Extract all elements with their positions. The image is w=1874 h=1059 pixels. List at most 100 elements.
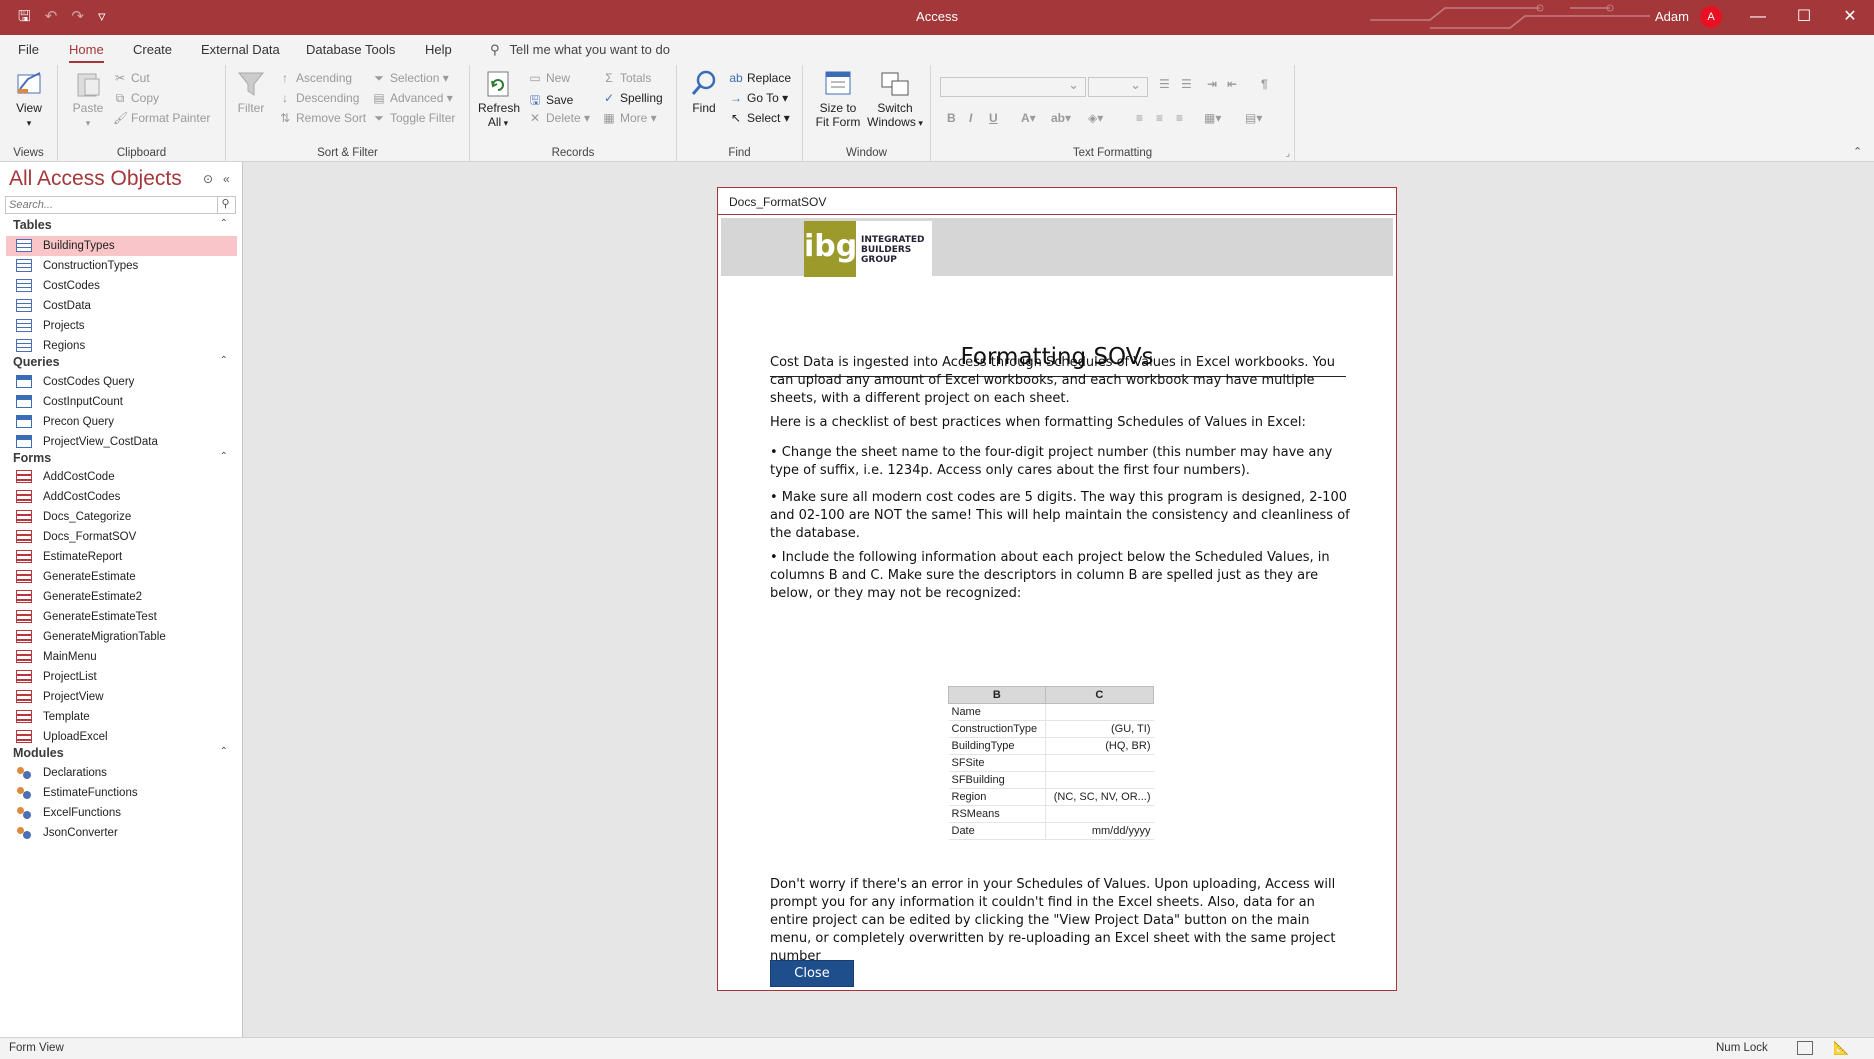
align-right-icon[interactable]: ≡ xyxy=(1176,111,1183,125)
nav-title[interactable]: All Access Objects xyxy=(9,167,182,191)
form-window-title[interactable]: Docs_FormatSOV xyxy=(729,195,826,209)
nav-item-projectview[interactable]: ProjectView xyxy=(6,687,237,707)
close-button[interactable]: Close xyxy=(770,960,854,987)
more-button[interactable]: ▦ More ▾ xyxy=(602,111,656,125)
spelling-button[interactable]: ✓ Spelling xyxy=(602,91,663,105)
refresh-all-button[interactable]: Refresh All ▾ xyxy=(478,69,520,129)
totals-button[interactable]: Σ Totals xyxy=(602,71,651,85)
cut-button[interactable]: ✂ Cut xyxy=(113,71,150,85)
nav-item-estimatereport[interactable]: EstimateReport xyxy=(6,547,237,567)
minimize-icon[interactable]: — xyxy=(1735,4,1781,30)
toggle-filter-button[interactable]: ⏷ Toggle Filter xyxy=(372,111,455,126)
delete-button[interactable]: ✕ Delete ▾ xyxy=(528,111,590,125)
nav-item-mainmenu[interactable]: MainMenu xyxy=(6,647,237,667)
find-button[interactable]: Find xyxy=(687,69,721,115)
section-forms[interactable]: Forms ⌃ xyxy=(13,451,228,465)
replace-button[interactable]: ab Replace xyxy=(729,71,791,85)
nav-item-docs-formatsov[interactable]: Docs_FormatSOV xyxy=(6,527,237,547)
tab-database-tools[interactable]: Database Tools xyxy=(306,42,395,57)
highlight-icon[interactable]: ab▾ xyxy=(1051,111,1071,125)
selection-button[interactable]: ⏷ Selection ▾ xyxy=(372,71,449,86)
font-size-combo[interactable] xyxy=(1088,77,1148,97)
gridlines-icon[interactable]: ▤▾ xyxy=(1245,111,1262,125)
section-queries[interactable]: Queries ⌃ xyxy=(13,355,228,369)
goto-button[interactable]: → Go To ▾ xyxy=(729,91,788,105)
nav-menu-icon[interactable]: ⊙ xyxy=(203,172,213,186)
bold-icon[interactable]: B xyxy=(947,111,956,125)
dialog-launcher-icon[interactable]: ⌟ xyxy=(1286,148,1290,159)
nav-item-precon-query[interactable]: Precon Query xyxy=(6,412,237,432)
switch-windows-button[interactable]: Switch Windows ▾ xyxy=(867,69,923,129)
nav-item-generateestimate2[interactable]: GenerateEstimate2 xyxy=(6,587,237,607)
tab-file[interactable]: File xyxy=(18,42,39,57)
nav-item-costcodes-query[interactable]: CostCodes Query xyxy=(6,372,237,392)
nav-item-uploadexcel[interactable]: UploadExcel xyxy=(6,727,237,747)
nav-item-costdata[interactable]: CostData xyxy=(6,296,237,316)
search-icon[interactable]: ⚲ xyxy=(217,197,233,213)
copy-button[interactable]: ⧉ Copy xyxy=(113,91,159,106)
nav-item-costcodes[interactable]: CostCodes xyxy=(6,276,237,296)
tab-external-data[interactable]: External Data xyxy=(201,42,280,57)
new-record-button[interactable]: ▭ New xyxy=(528,71,570,85)
nav-search-input[interactable] xyxy=(6,197,211,213)
view-button[interactable]: View ▾ xyxy=(12,69,46,129)
section-modules[interactable]: Modules ⌃ xyxy=(13,746,228,760)
collapse-tables-icon[interactable]: ⌃ xyxy=(220,218,228,229)
maximize-icon[interactable]: ☐ xyxy=(1781,4,1827,30)
collapse-ribbon-icon[interactable]: ⌃ xyxy=(1853,145,1862,158)
ascending-button[interactable]: ↑ Ascending xyxy=(278,71,352,85)
increase-indent-icon[interactable]: ⇥ xyxy=(1207,77,1217,91)
tab-help[interactable]: Help xyxy=(425,42,452,57)
nav-item-costinputcount[interactable]: CostInputCount xyxy=(6,392,237,412)
avatar[interactable]: A xyxy=(1700,6,1722,28)
nav-item-addcostcode[interactable]: AddCostCode xyxy=(6,467,237,487)
select-button[interactable]: ↖ Select ▾ xyxy=(729,111,790,125)
nav-item-generateestimate[interactable]: GenerateEstimate xyxy=(6,567,237,587)
nav-item-excelfunctions[interactable]: ExcelFunctions xyxy=(6,803,237,823)
nav-item-generatemigrationtable[interactable]: GenerateMigrationTable xyxy=(6,627,237,647)
size-to-fit-button[interactable]: Size to Fit Form xyxy=(813,69,863,129)
nav-item-constructiontypes[interactable]: ConstructionTypes xyxy=(6,256,237,276)
nav-item-template[interactable]: Template xyxy=(6,707,237,727)
descending-button[interactable]: ↓ Descending xyxy=(278,91,359,105)
nav-item-declarations[interactable]: Declarations xyxy=(6,763,237,783)
nav-item-jsonconverter[interactable]: JsonConverter xyxy=(6,823,237,843)
nav-item-buildingtypes[interactable]: BuildingTypes xyxy=(6,236,237,256)
close-window-icon[interactable]: ✕ xyxy=(1827,4,1873,30)
nav-item-estimatefunctions[interactable]: EstimateFunctions xyxy=(6,783,237,803)
nav-item-addcostcodes[interactable]: AddCostCodes xyxy=(6,487,237,507)
bullets-icon[interactable]: ☰ xyxy=(1159,77,1170,91)
paragraph-direction-icon[interactable]: ¶ xyxy=(1261,77,1268,91)
remove-sort-button[interactable]: ⇅ Remove Sort xyxy=(278,111,366,125)
user-name[interactable]: Adam xyxy=(1655,9,1689,24)
nav-item-regions[interactable]: Regions xyxy=(6,336,237,356)
decrease-indent-icon[interactable]: ⇤ xyxy=(1227,77,1237,91)
align-center-icon[interactable]: ≡ xyxy=(1156,111,1163,125)
align-left-icon[interactable]: ≡ xyxy=(1136,111,1143,125)
nav-item-generateestimatetest[interactable]: GenerateEstimateTest xyxy=(6,607,237,627)
italic-icon[interactable]: I xyxy=(969,111,972,125)
collapse-modules-icon[interactable]: ⌃ xyxy=(220,746,228,757)
font-name-combo[interactable] xyxy=(940,77,1086,97)
tell-me-box[interactable]: ⚲ Tell me what you want to do xyxy=(490,42,670,58)
filter-button[interactable]: Filter xyxy=(234,69,268,115)
font-color-icon[interactable]: A▾ xyxy=(1021,111,1036,125)
design-view-icon[interactable]: 📐 xyxy=(1833,1041,1849,1055)
nav-item-projectlist[interactable]: ProjectList xyxy=(6,667,237,687)
numbering-icon[interactable]: ☰ xyxy=(1181,77,1192,91)
nav-item-projects[interactable]: Projects xyxy=(6,316,237,336)
section-tables[interactable]: Tables ⌃ xyxy=(13,218,228,232)
nav-item-docs-categorize[interactable]: Docs_Categorize xyxy=(6,507,237,527)
collapse-queries-icon[interactable]: ⌃ xyxy=(220,355,228,366)
tab-home[interactable]: Home xyxy=(69,42,104,63)
underline-icon[interactable]: U xyxy=(989,111,998,125)
advanced-button[interactable]: ▤ Advanced ▾ xyxy=(372,91,452,105)
nav-item-projectview-costdata[interactable]: ProjectView_CostData xyxy=(6,432,237,452)
format-painter-button[interactable]: 🖌 Format Painter xyxy=(113,111,210,125)
shutter-bar-close-icon[interactable]: « xyxy=(223,172,230,186)
form-view-icon[interactable] xyxy=(1797,1041,1813,1055)
paste-button[interactable]: Paste ▾ xyxy=(70,69,106,129)
collapse-forms-icon[interactable]: ⌃ xyxy=(220,451,228,462)
alternate-row-color-icon[interactable]: ▦▾ xyxy=(1204,111,1221,125)
tab-create[interactable]: Create xyxy=(133,42,172,57)
